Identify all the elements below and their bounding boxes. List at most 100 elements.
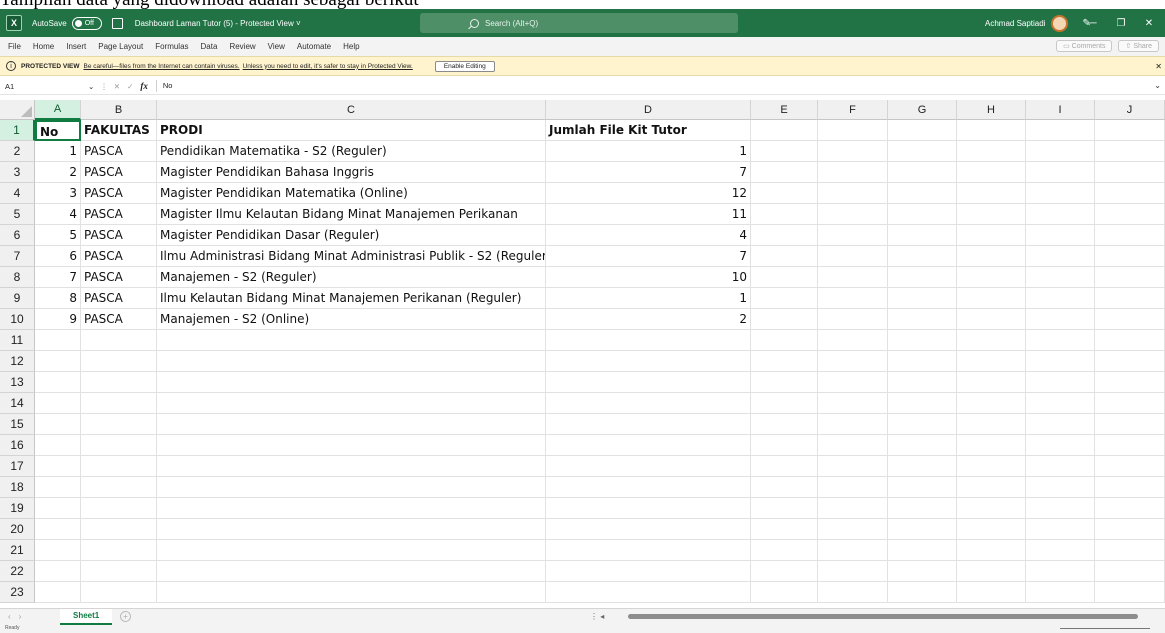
cell-c1[interactable]: PRODI xyxy=(157,120,546,141)
cell-i10[interactable] xyxy=(1026,309,1095,330)
row-header-23[interactable]: 23 xyxy=(0,582,35,603)
cell-d8[interactable]: 10 xyxy=(546,267,751,288)
cell-c11[interactable] xyxy=(157,330,546,351)
cell-c6[interactable]: Magister Pendidikan Dasar (Reguler) xyxy=(157,225,546,246)
cell-d3[interactable]: 7 xyxy=(546,162,751,183)
cell-f18[interactable] xyxy=(818,477,888,498)
cell-b11[interactable] xyxy=(81,330,157,351)
row-header-10[interactable]: 10 xyxy=(0,309,35,330)
tab-data[interactable]: Data xyxy=(201,42,218,51)
column-header-a[interactable]: A xyxy=(35,100,81,120)
column-header-d[interactable]: D xyxy=(546,100,751,120)
cell-g8[interactable] xyxy=(888,267,957,288)
cell-f8[interactable] xyxy=(818,267,888,288)
cell-d22[interactable] xyxy=(546,561,751,582)
column-header-g[interactable]: G xyxy=(888,100,957,120)
tab-home[interactable]: Home xyxy=(33,42,54,51)
cell-h8[interactable] xyxy=(957,267,1026,288)
cell-h22[interactable] xyxy=(957,561,1026,582)
cell-i22[interactable] xyxy=(1026,561,1095,582)
cell-j22[interactable] xyxy=(1095,561,1165,582)
cell-g6[interactable] xyxy=(888,225,957,246)
cell-a8[interactable]: 7 xyxy=(35,267,81,288)
cell-f9[interactable] xyxy=(818,288,888,309)
cell-d13[interactable] xyxy=(546,372,751,393)
cell-g15[interactable] xyxy=(888,414,957,435)
row-header-12[interactable]: 12 xyxy=(0,351,35,372)
row-header-8[interactable]: 8 xyxy=(0,267,35,288)
protected-view-message[interactable]: Unless you need to edit, it's safer to s… xyxy=(243,63,413,70)
cell-h4[interactable] xyxy=(957,183,1026,204)
cell-g22[interactable] xyxy=(888,561,957,582)
row-header-9[interactable]: 9 xyxy=(0,288,35,309)
save-icon[interactable] xyxy=(111,17,123,29)
cell-f15[interactable] xyxy=(818,414,888,435)
cell-b12[interactable] xyxy=(81,351,157,372)
cell-f21[interactable] xyxy=(818,540,888,561)
cell-b3[interactable]: PASCA xyxy=(81,162,157,183)
cell-i13[interactable] xyxy=(1026,372,1095,393)
cell-a23[interactable] xyxy=(35,582,81,603)
add-sheet-icon[interactable]: + xyxy=(120,611,131,622)
cell-i7[interactable] xyxy=(1026,246,1095,267)
cell-a18[interactable] xyxy=(35,477,81,498)
cell-g5[interactable] xyxy=(888,204,957,225)
row-header-17[interactable]: 17 xyxy=(0,456,35,477)
cell-e22[interactable] xyxy=(751,561,818,582)
cell-a21[interactable] xyxy=(35,540,81,561)
row-header-22[interactable]: 22 xyxy=(0,561,35,582)
cell-h3[interactable] xyxy=(957,162,1026,183)
column-header-b[interactable]: B xyxy=(81,100,157,120)
cell-g1[interactable] xyxy=(888,120,957,141)
search-box[interactable]: Search (Alt+Q) xyxy=(420,13,738,33)
cell-i4[interactable] xyxy=(1026,183,1095,204)
cell-j11[interactable] xyxy=(1095,330,1165,351)
cell-b14[interactable] xyxy=(81,393,157,414)
horizontal-scrollbar[interactable]: ⋮ ◂ xyxy=(590,612,1160,622)
cell-b10[interactable]: PASCA xyxy=(81,309,157,330)
column-header-e[interactable]: E xyxy=(751,100,818,120)
cell-a22[interactable] xyxy=(35,561,81,582)
cell-h10[interactable] xyxy=(957,309,1026,330)
cell-f2[interactable] xyxy=(818,141,888,162)
cell-a7[interactable]: 6 xyxy=(35,246,81,267)
cell-c14[interactable] xyxy=(157,393,546,414)
cell-g13[interactable] xyxy=(888,372,957,393)
cell-e1[interactable] xyxy=(751,120,818,141)
cell-g4[interactable] xyxy=(888,183,957,204)
cell-a15[interactable] xyxy=(35,414,81,435)
cell-c9[interactable]: Ilmu Kelautan Bidang Minat Manajemen Per… xyxy=(157,288,546,309)
cell-c15[interactable] xyxy=(157,414,546,435)
cell-e3[interactable] xyxy=(751,162,818,183)
close-icon[interactable]: ✕ xyxy=(1136,9,1162,37)
cell-j23[interactable] xyxy=(1095,582,1165,603)
comments-button[interactable]: ▭ Comments xyxy=(1056,40,1113,52)
row-header-6[interactable]: 6 xyxy=(0,225,35,246)
cell-e8[interactable] xyxy=(751,267,818,288)
cell-c21[interactable] xyxy=(157,540,546,561)
cell-h13[interactable] xyxy=(957,372,1026,393)
cell-a16[interactable] xyxy=(35,435,81,456)
cell-g9[interactable] xyxy=(888,288,957,309)
cell-b4[interactable]: PASCA xyxy=(81,183,157,204)
cell-c22[interactable] xyxy=(157,561,546,582)
cell-d17[interactable] xyxy=(546,456,751,477)
cell-j14[interactable] xyxy=(1095,393,1165,414)
row-header-7[interactable]: 7 xyxy=(0,246,35,267)
cell-d4[interactable]: 12 xyxy=(546,183,751,204)
cell-i15[interactable] xyxy=(1026,414,1095,435)
cell-d10[interactable]: 2 xyxy=(546,309,751,330)
cell-h6[interactable] xyxy=(957,225,1026,246)
avatar[interactable] xyxy=(1051,14,1069,32)
cell-g21[interactable] xyxy=(888,540,957,561)
cell-f7[interactable] xyxy=(818,246,888,267)
cell-d20[interactable] xyxy=(546,519,751,540)
cell-c2[interactable]: Pendidikan Matematika - S2 (Reguler) xyxy=(157,141,546,162)
tab-file[interactable]: File xyxy=(8,42,21,51)
formula-input[interactable]: No xyxy=(155,80,172,92)
cell-e10[interactable] xyxy=(751,309,818,330)
chevron-down-icon[interactable]: ⌄ xyxy=(1154,81,1161,90)
cell-j10[interactable] xyxy=(1095,309,1165,330)
cell-j15[interactable] xyxy=(1095,414,1165,435)
cell-h15[interactable] xyxy=(957,414,1026,435)
